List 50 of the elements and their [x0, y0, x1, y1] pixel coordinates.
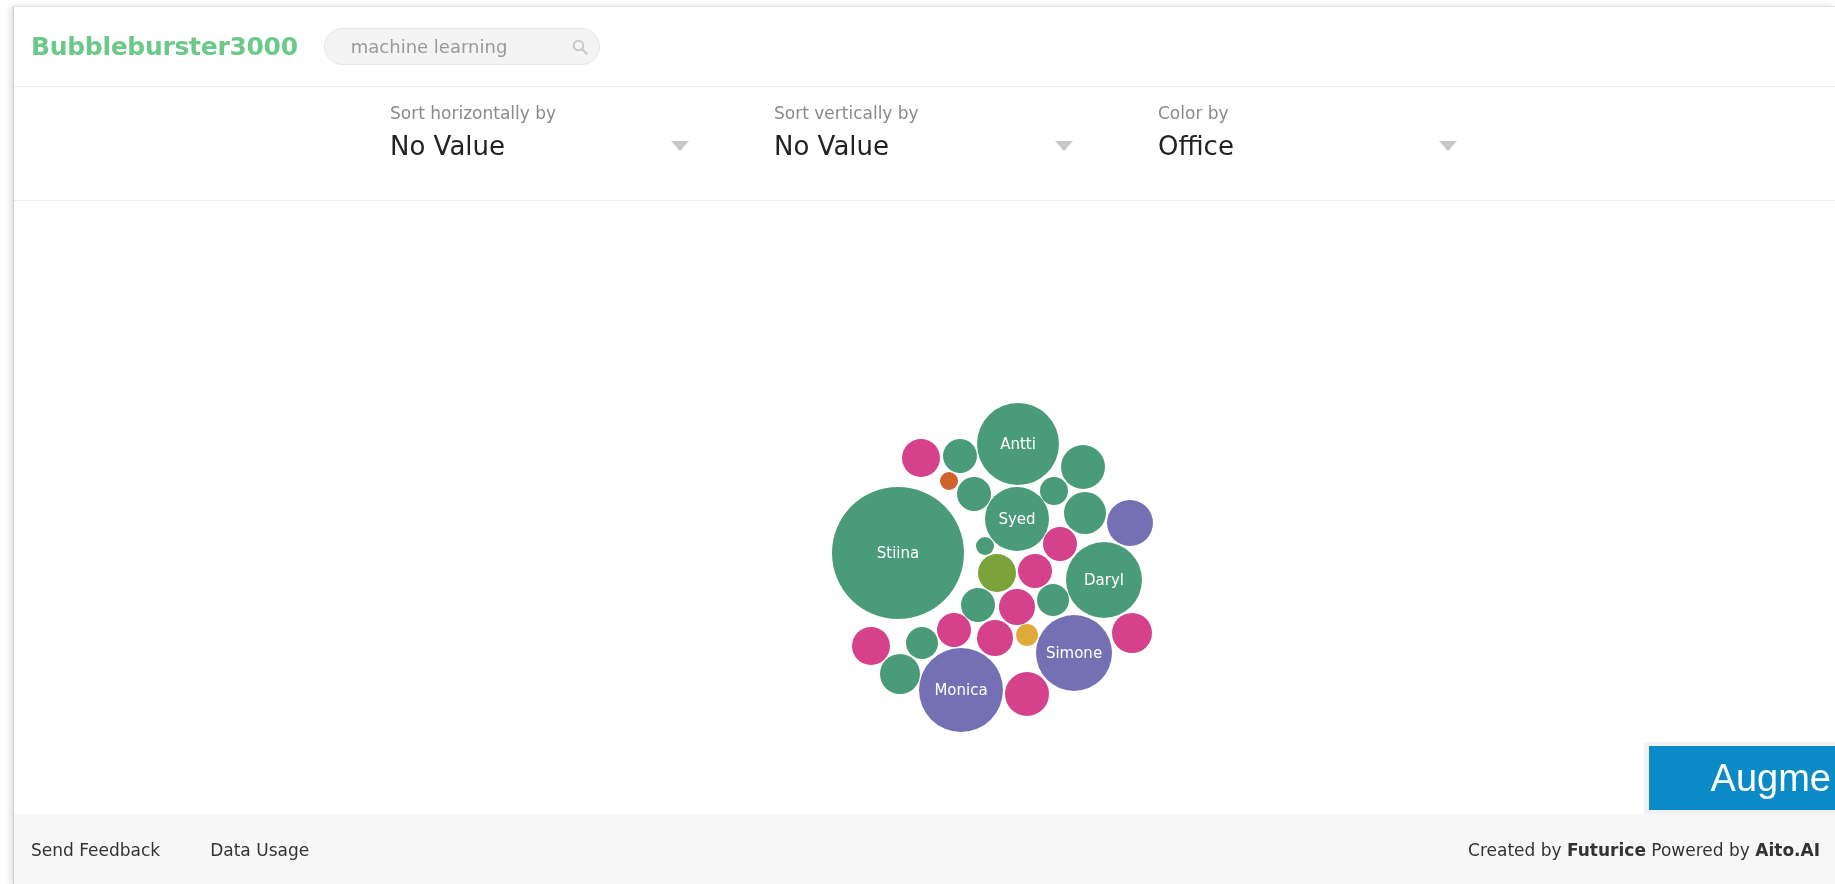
bubble-label: Syed [998, 510, 1036, 528]
bubble[interactable] [919, 648, 1003, 732]
bubble[interactable] [906, 627, 938, 659]
bubble[interactable] [961, 588, 995, 622]
bubble-label: Stiina [876, 544, 920, 562]
dropdown[interactable]: No Value [774, 131, 1075, 161]
bubble[interactable] [937, 613, 971, 647]
bubble[interactable] [902, 439, 940, 477]
bubble[interactable] [1037, 584, 1069, 616]
bubble[interactable] [977, 620, 1013, 656]
floating-button[interactable]: Augme [1648, 746, 1835, 810]
bubble[interactable] [985, 487, 1049, 551]
bubble[interactable] [957, 477, 991, 511]
dropdown-label: Color by [1158, 103, 1230, 123]
bubble-label: Antti [1000, 435, 1036, 453]
app-title: Bubbleburster3000 [31, 32, 298, 61]
credits-text: Created by Futurice Powered by Aito.AI [1468, 839, 1820, 860]
bubble-label: Simone [1045, 644, 1103, 662]
search-icon [571, 39, 588, 55]
bubble[interactable] [1036, 615, 1112, 691]
bubble[interactable] [1043, 527, 1077, 561]
caret-icon [671, 141, 689, 151]
footer-link[interactable]: Send Feedback [31, 839, 161, 860]
bubble[interactable] [976, 537, 994, 555]
dropdown[interactable]: No Value [390, 131, 691, 161]
bubble[interactable] [852, 627, 890, 665]
bubble[interactable] [1066, 542, 1142, 618]
bubble[interactable] [978, 554, 1016, 592]
bubble[interactable] [1112, 613, 1152, 653]
footer-link[interactable]: Data Usage [210, 839, 310, 860]
caret-icon [1055, 141, 1073, 151]
caret-icon [1439, 141, 1457, 151]
bubble[interactable] [1005, 672, 1049, 716]
bubble[interactable] [1107, 500, 1153, 546]
bubble[interactable] [1040, 477, 1068, 505]
bubble[interactable] [943, 439, 977, 473]
bubble[interactable] [880, 654, 920, 694]
bubble[interactable] [1061, 445, 1105, 489]
bubble[interactable] [1064, 492, 1106, 534]
dropdown-label: Sort vertically by [774, 103, 920, 123]
search-field[interactable]: machine learning [323, 28, 600, 65]
bubble[interactable] [1018, 554, 1052, 588]
bubble-label: Daryl [1084, 571, 1124, 589]
bubble[interactable] [999, 589, 1035, 625]
bubble[interactable] [832, 487, 964, 619]
bubble[interactable] [940, 472, 958, 490]
bubble[interactable] [977, 403, 1059, 485]
dropdown[interactable]: Office [1158, 131, 1459, 161]
dropdown-label: Sort horizontally by [390, 103, 558, 123]
bubble-label: Monica [934, 681, 988, 699]
